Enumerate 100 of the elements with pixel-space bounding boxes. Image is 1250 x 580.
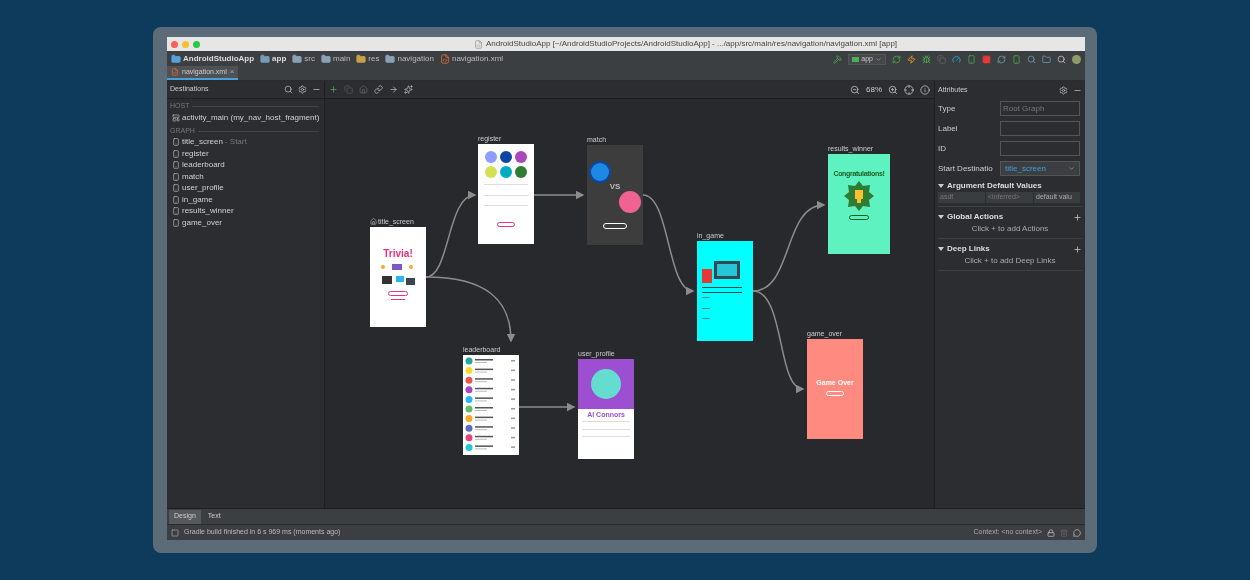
expand-triangle-icon[interactable] <box>938 183 944 189</box>
sdk-search-icon[interactable] <box>1027 54 1036 64</box>
search-icon[interactable] <box>1057 54 1066 64</box>
xml-file-icon <box>439 54 450 64</box>
link-icon[interactable] <box>374 85 383 94</box>
avatar-drawing <box>589 161 611 183</box>
section-title: Deep Links <box>947 243 991 255</box>
file-icon <box>473 39 483 49</box>
phone-icon <box>172 149 180 158</box>
input-field[interactable] <box>1000 121 1080 136</box>
connector-arrow[interactable] <box>533 190 585 200</box>
destination-item[interactable]: leaderboard <box>182 159 225 172</box>
search-icon[interactable] <box>284 85 293 94</box>
panel-toggle-icon[interactable] <box>171 528 179 537</box>
versus-text: VS <box>609 183 621 191</box>
device-icon[interactable] <box>967 54 976 64</box>
module-folder-icon <box>260 54 271 64</box>
breadcrumb-item[interactable]: src <box>304 53 315 65</box>
phone-icon <box>172 138 180 147</box>
pill-button-drawing <box>826 391 844 396</box>
stop-icon[interactable] <box>982 54 991 64</box>
start-destination-dropdown[interactable]: title_screen <box>1000 161 1080 176</box>
screen-title: Trivia! <box>383 249 413 259</box>
expand-triangle-icon[interactable] <box>938 214 944 220</box>
zoom-in-icon[interactable] <box>888 84 898 95</box>
destination-item[interactable]: match <box>182 170 204 183</box>
settings-icon[interactable] <box>298 85 307 94</box>
destination-item[interactable]: title_screen <box>182 136 223 149</box>
xml-file-icon <box>171 68 179 76</box>
caret-icon <box>1068 165 1075 172</box>
zoom-out-icon[interactable] <box>850 84 860 95</box>
auto-arrange-icon[interactable] <box>404 85 413 94</box>
window-title: AndroidStudioApp [~/AndroidStudioProjects/AndroidStudioApp] - .../app/src/main/res/navigation/navigation.xml [app] <box>485 38 898 50</box>
pill-button-drawing <box>849 215 869 220</box>
expand-triangle-icon[interactable] <box>938 246 944 252</box>
phone-icon <box>172 218 180 227</box>
pill-button-drawing <box>497 222 515 227</box>
folder-icon <box>321 54 331 64</box>
avatar-icon[interactable] <box>1072 54 1081 64</box>
project-structure-icon[interactable] <box>1042 54 1051 64</box>
form-lines-drawing <box>484 184 528 206</box>
event-log-icon[interactable] <box>1073 528 1081 537</box>
settings-icon[interactable] <box>1059 85 1068 95</box>
destination-item[interactable]: user_profile <box>182 182 224 195</box>
phone-icon <box>172 184 180 193</box>
connector-arrow[interactable] <box>752 290 805 391</box>
breadcrumb-item[interactable]: main <box>333 53 351 65</box>
destination-item[interactable]: in_game <box>182 193 213 206</box>
new-destination-icon[interactable] <box>329 85 338 94</box>
link-line-drawing <box>391 299 405 300</box>
breadcrumb-item[interactable]: res <box>368 53 380 65</box>
close-window-icon[interactable] <box>171 40 178 48</box>
destination-item[interactable]: activity_main (my_nav_host_fragment) <box>182 111 320 124</box>
destination-item[interactable]: register <box>182 147 209 160</box>
field-label: Label <box>938 122 959 135</box>
breadcrumb-item[interactable]: AndroidStudioApp <box>183 53 255 65</box>
type-field: Root Graph <box>1000 101 1080 116</box>
profiler-icon[interactable] <box>952 54 961 64</box>
field-label: Start Destinatio <box>938 162 994 175</box>
close-tab-icon[interactable]: × <box>229 66 235 78</box>
phone-icon <box>172 195 180 204</box>
arrow-right-icon[interactable] <box>389 85 398 94</box>
hammer-icon[interactable] <box>833 54 843 64</box>
lightning-icon[interactable] <box>907 54 916 64</box>
debug-icon[interactable] <box>922 54 931 64</box>
folder-icon <box>292 54 303 64</box>
fit-screen-icon[interactable] <box>904 84 914 95</box>
connector-arrow[interactable] <box>642 194 695 293</box>
pill-button-drawing <box>603 223 627 229</box>
add-icon[interactable] <box>1073 244 1082 254</box>
connector-arrow[interactable] <box>518 402 576 412</box>
zoom-level: 68% <box>866 83 882 96</box>
connector-arrow[interactable] <box>425 276 516 343</box>
add-icon[interactable] <box>1073 212 1082 222</box>
destination-item[interactable]: game_over <box>182 216 223 229</box>
sync-icon[interactable] <box>997 54 1006 64</box>
lock-icon[interactable] <box>1047 528 1055 537</box>
trophy-badge-drawing <box>844 181 874 211</box>
apply-changes-icon[interactable] <box>892 54 901 64</box>
section-title: Argument Default Values <box>947 180 1043 192</box>
phone-icon <box>172 172 180 181</box>
avatar-grid-drawing <box>484 150 528 180</box>
layout-icon <box>172 113 180 122</box>
illustration-drawing <box>378 262 418 288</box>
breadcrumb-item[interactable]: app <box>272 53 287 65</box>
phone-icon <box>172 207 180 216</box>
answer-lines-drawing <box>702 297 710 319</box>
destination-item[interactable]: results_winner <box>182 205 234 218</box>
field-label: ID <box>938 142 947 155</box>
info-icon[interactable] <box>920 84 930 95</box>
avd-manager-icon[interactable] <box>1012 54 1021 64</box>
tv-illustration-drawing <box>702 261 742 283</box>
breadcrumb-item[interactable]: navigation.xml <box>451 53 504 65</box>
hint-text: Click + to add Deep Links <box>964 255 1056 267</box>
field-label: Type <box>938 102 957 115</box>
breadcrumb-item[interactable]: navigation <box>397 53 434 65</box>
section-title: Global Actions <box>947 211 1005 223</box>
start-suffix: - Start <box>224 136 247 149</box>
project-folder-icon <box>171 54 181 64</box>
input-field[interactable] <box>1000 141 1080 156</box>
